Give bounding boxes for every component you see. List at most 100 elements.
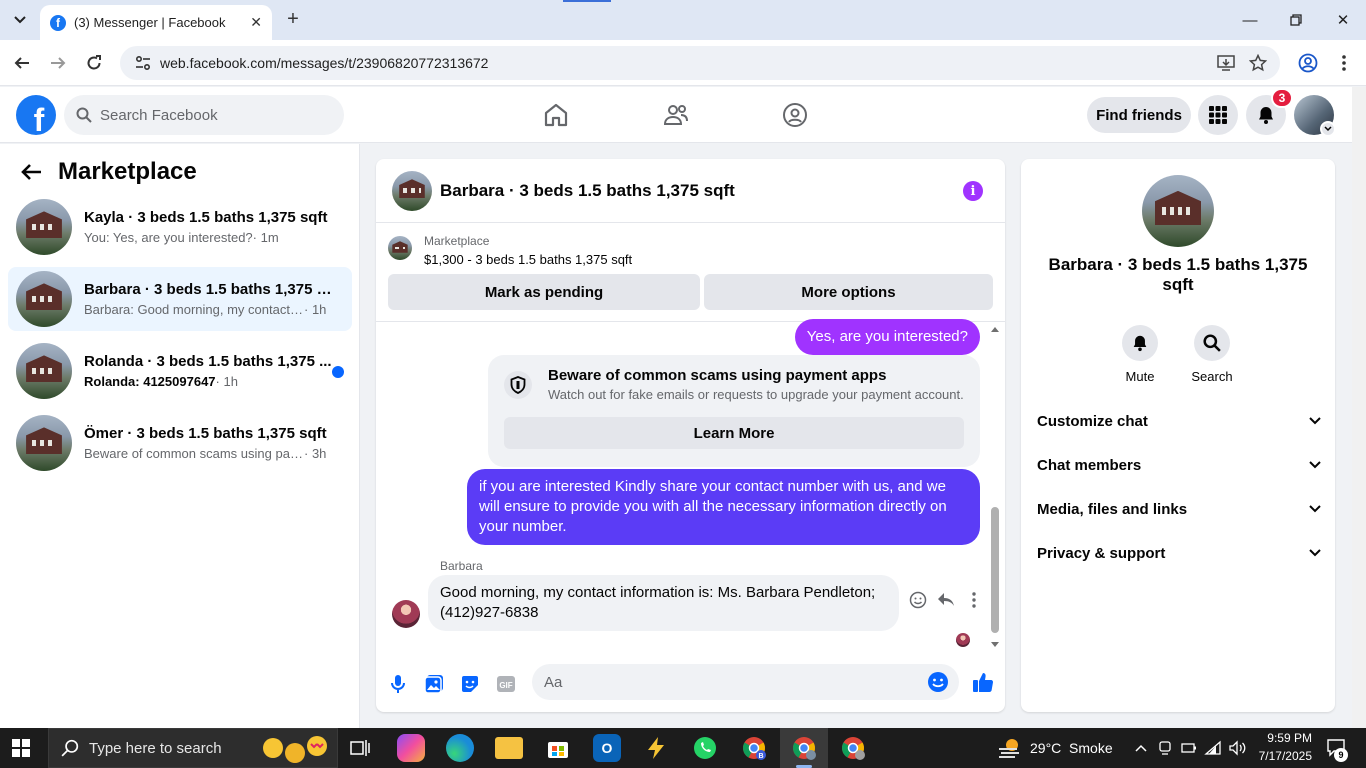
weather-haze-icon[interactable] bbox=[996, 734, 1024, 762]
taskbar-search-box[interactable]: Type here to search bbox=[48, 728, 338, 768]
customize-chat-row[interactable]: Customize chat bbox=[1037, 403, 1321, 439]
conversation-name: Rolanda · 3 beds 1.5 baths 1,375 ... bbox=[84, 353, 332, 370]
chrome-profile-b-icon[interactable]: B bbox=[740, 734, 768, 762]
copilot-icon[interactable] bbox=[397, 734, 425, 762]
battery-plug-icon[interactable] bbox=[1180, 739, 1198, 757]
whatsapp-icon[interactable] bbox=[691, 734, 719, 762]
emoji-search-highlight-icon bbox=[263, 736, 327, 763]
outlook-icon[interactable]: O bbox=[593, 734, 621, 762]
outgoing-message[interactable]: Yes, are you interested? bbox=[794, 319, 980, 355]
webcam-icon[interactable] bbox=[1156, 739, 1174, 757]
incoming-message[interactable]: Good morning, my contact information is:… bbox=[428, 575, 899, 631]
photo-gallery-icon[interactable] bbox=[422, 672, 446, 696]
chat-title[interactable]: Barbara · 3 beds 1.5 baths 1,375 sqft bbox=[440, 181, 735, 201]
more-options-button[interactable]: More options bbox=[704, 274, 993, 310]
chrome-profile-icon[interactable] bbox=[1296, 51, 1320, 75]
microphone-icon[interactable] bbox=[386, 672, 410, 696]
reply-arrow-icon[interactable] bbox=[935, 589, 957, 611]
friends-icon[interactable] bbox=[662, 101, 690, 129]
conversation-preview: Barbara: Good morning, my contact in... bbox=[84, 302, 304, 317]
weather-text[interactable]: 29°C Smoke bbox=[1030, 740, 1113, 756]
sticker-icon[interactable] bbox=[458, 672, 482, 696]
privacy-support-row[interactable]: Privacy & support bbox=[1037, 535, 1321, 571]
chrome-active-icon[interactable] bbox=[790, 734, 818, 762]
tab-search-chevron-icon[interactable] bbox=[8, 8, 32, 32]
restore-icon[interactable] bbox=[1284, 8, 1308, 32]
new-tab-plus-icon[interactable]: + bbox=[282, 8, 304, 30]
search-action[interactable]: Search bbox=[1182, 325, 1242, 384]
info-icon[interactable]: i bbox=[963, 181, 983, 201]
show-hidden-icons-chevron-icon[interactable] bbox=[1132, 739, 1150, 757]
microsoft-store-icon[interactable] bbox=[544, 734, 572, 762]
conversation-item-barbara[interactable]: Barbara · 3 beds 1.5 baths 1,375 sqft Ba… bbox=[8, 267, 352, 331]
facebook-logo-icon[interactable]: f bbox=[16, 95, 56, 135]
emoji-icon[interactable] bbox=[927, 671, 949, 693]
install-app-icon[interactable] bbox=[1214, 51, 1238, 75]
seen-receipt-avatar bbox=[956, 633, 970, 647]
page-scrollbar[interactable] bbox=[1352, 87, 1366, 728]
grid-icon bbox=[1209, 106, 1227, 124]
conversation-item-rolanda[interactable]: Rolanda · 3 beds 1.5 baths 1,375 ... Rol… bbox=[8, 339, 352, 403]
gif-icon[interactable]: GIF bbox=[494, 672, 518, 696]
mark-as-pending-button[interactable]: Mark as pending bbox=[388, 274, 700, 310]
react-smiley-icon[interactable] bbox=[907, 589, 929, 611]
more-kebab-icon[interactable] bbox=[963, 589, 985, 611]
file-explorer-icon[interactable] bbox=[495, 737, 523, 759]
chrome-profile-alt-icon[interactable] bbox=[839, 734, 867, 762]
home-icon[interactable] bbox=[542, 101, 570, 129]
conversation-preview: Rolanda: 4125097647 bbox=[84, 374, 216, 389]
find-friends-button[interactable]: Find friends bbox=[1087, 97, 1191, 133]
learn-more-button[interactable]: Learn More bbox=[504, 417, 964, 449]
reload-icon[interactable] bbox=[82, 51, 106, 75]
address-bar[interactable]: web.facebook.com/messages/t/239068207723… bbox=[120, 46, 1280, 80]
minimize-icon[interactable]: — bbox=[1238, 8, 1262, 32]
forward-arrow-icon[interactable] bbox=[46, 51, 70, 75]
scroll-down-arrow-icon[interactable] bbox=[990, 641, 1000, 649]
site-settings-icon[interactable] bbox=[134, 54, 152, 72]
groups-icon[interactable] bbox=[781, 101, 809, 129]
back-arrow-icon[interactable] bbox=[10, 51, 34, 75]
thumbs-up-like-icon[interactable] bbox=[971, 670, 995, 694]
browser-tab-messenger[interactable]: f (3) Messenger | Facebook ✕ bbox=[40, 5, 272, 40]
mute-action[interactable]: Mute bbox=[1110, 325, 1170, 384]
conversation-item-omer[interactable]: Ömer · 3 beds 1.5 baths 1,375 sqft Bewar… bbox=[8, 411, 352, 475]
listing-small-thumbnail bbox=[388, 236, 412, 260]
conversation-item-kayla[interactable]: Kayla · 3 beds 1.5 baths 1,375 sqft You:… bbox=[8, 195, 352, 259]
browser-menu-kebab-icon[interactable] bbox=[1332, 51, 1356, 75]
chevron-down-icon bbox=[1309, 417, 1321, 425]
clock-time[interactable]: 9:59 PM bbox=[1260, 731, 1312, 745]
facebook-search-input[interactable] bbox=[100, 106, 320, 124]
edge-browser-icon[interactable] bbox=[446, 734, 474, 762]
listing-thumbnail bbox=[16, 415, 72, 471]
facebook-search-box[interactable] bbox=[64, 95, 344, 135]
wifi-icon[interactable] bbox=[1204, 739, 1222, 757]
clock-date[interactable]: 7/17/2025 bbox=[1252, 749, 1312, 763]
conversation-name: Barbara · 3 beds 1.5 baths 1,375 sqft bbox=[84, 281, 332, 298]
chat-scroll-thumb[interactable] bbox=[991, 507, 999, 633]
tabstrip-accent bbox=[563, 0, 611, 2]
tab-title: (3) Messenger | Facebook bbox=[74, 15, 226, 30]
windows-start-icon[interactable] bbox=[12, 739, 30, 757]
chat-scrollbar[interactable] bbox=[989, 325, 1001, 651]
account-chevron-down-icon[interactable] bbox=[1320, 121, 1336, 137]
power-automate-icon[interactable] bbox=[642, 734, 670, 762]
volume-speaker-icon[interactable] bbox=[1228, 739, 1246, 757]
task-view-icon[interactable] bbox=[346, 734, 374, 762]
listing-summary[interactable]: $1,300 - 3 beds 1.5 baths 1,375 sqft bbox=[424, 252, 632, 267]
window-close-icon[interactable]: ✕ bbox=[1331, 8, 1355, 32]
chat-members-row[interactable]: Chat members bbox=[1037, 447, 1321, 483]
scroll-up-arrow-icon[interactable] bbox=[990, 325, 1000, 333]
tab-close-icon[interactable]: ✕ bbox=[250, 14, 262, 31]
message-input[interactable] bbox=[544, 673, 914, 691]
bookmark-star-icon[interactable] bbox=[1246, 51, 1270, 75]
message-input-box[interactable] bbox=[532, 664, 959, 700]
scam-warning-description: Watch out for fake emails or requests to… bbox=[548, 387, 964, 402]
message-list: Yes, are you interested? Beware of commo… bbox=[376, 319, 1005, 654]
chat-avatar[interactable] bbox=[392, 170, 432, 211]
sender-avatar[interactable] bbox=[392, 600, 420, 628]
back-arrow-icon[interactable] bbox=[20, 163, 42, 181]
media-files-links-row[interactable]: Media, files and links bbox=[1037, 491, 1321, 527]
unread-indicator bbox=[332, 366, 344, 378]
outgoing-message[interactable]: if you are interested Kindly share your … bbox=[467, 469, 980, 545]
menu-grid-button[interactable] bbox=[1198, 95, 1238, 135]
